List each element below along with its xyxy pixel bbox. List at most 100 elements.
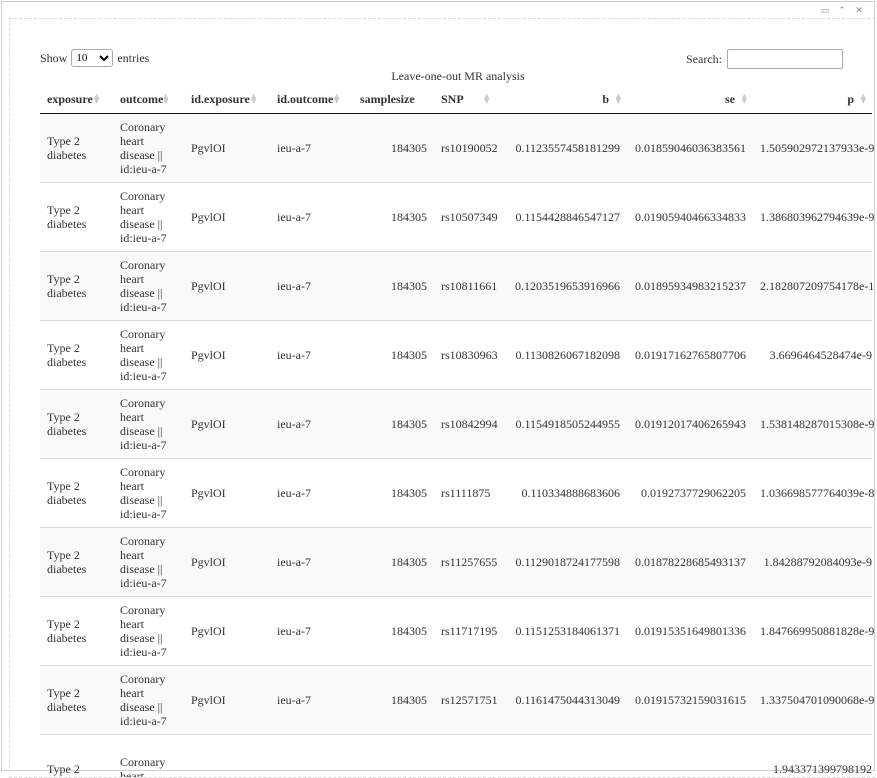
col-header-exposure[interactable]: exposure▲▼	[40, 85, 113, 114]
cell-snp: rs10190052	[434, 114, 507, 183]
cell-snp: rs11257655	[434, 528, 507, 597]
cell-p: 1.847669950881828e-9	[753, 597, 872, 666]
cell-id-outcome: ieu-a-7	[270, 666, 353, 735]
length-menu: Show 10 25 50 100 entries	[40, 49, 149, 67]
cell-samplesize: 184305	[353, 183, 434, 252]
cell-exposure: Type 2 diabetes	[40, 183, 113, 252]
cell-id-exposure: PgvlOI	[184, 597, 270, 666]
cell-b: 0.1203519653916966	[507, 252, 627, 321]
entries-select[interactable]: 10 25 50 100	[71, 49, 113, 67]
cell-outcome: Coronary heart disease || id:ieu-a-7	[113, 390, 184, 459]
cell-b: 0.1154428846547127	[507, 183, 627, 252]
table-row[interactable]: Type 2 diabetesCoronary heart disease ||…	[40, 183, 872, 252]
cell-b: 0.1129018724177598	[507, 528, 627, 597]
cell-se: 0.01915732159031615	[627, 666, 753, 735]
sort-icon: ▲▼	[334, 94, 342, 105]
col-header-id-outcome[interactable]: id.outcome▲▼	[270, 85, 353, 114]
sort-icon: ▲▼	[858, 94, 866, 105]
col-header-id-exposure[interactable]: id.exposure▲▼	[184, 85, 270, 114]
cell-id-exposure: PgvlOI	[184, 252, 270, 321]
cell-se: 0.01859046036383561	[627, 114, 753, 183]
cell-samplesize: 184305	[353, 114, 434, 183]
cell-id-outcome: ieu-a-7	[270, 597, 353, 666]
cell-exposure: Type 2 diabetes	[40, 666, 113, 735]
cell-b: 0.1151253184061371	[507, 597, 627, 666]
maximize-icon[interactable]: ⌃	[837, 6, 847, 16]
table-row[interactable]: Type 2 diabetesCoronary heart disease ||…	[40, 597, 872, 666]
col-header-p[interactable]: p ▲▼	[753, 85, 872, 114]
cell-snp: rs10507349	[434, 183, 507, 252]
table-row[interactable]: Type 2 diabetesCoronary heart disease ||…	[40, 321, 872, 390]
search-box: Search:	[686, 49, 843, 69]
cell-se: 0.01905940466334833	[627, 183, 753, 252]
col-header-label: se	[725, 92, 735, 106]
col-header-se[interactable]: se▲▼	[627, 85, 753, 114]
cell-p: 1.386803962794639e-9	[753, 183, 872, 252]
cell-id-outcome	[270, 735, 353, 778]
cell-outcome: Coronary heart disease || id:ieu-a-7	[113, 666, 184, 735]
col-header-samplesize[interactable]: samplesize	[353, 85, 434, 114]
sort-icon: ▲▼	[484, 94, 492, 105]
cell-id-outcome: ieu-a-7	[270, 528, 353, 597]
sort-icon: ▲▼	[163, 94, 171, 105]
col-header-outcome[interactable]: outcome▲▼	[113, 85, 184, 114]
cell-samplesize: 184305	[353, 252, 434, 321]
col-header-label: SNP	[441, 92, 464, 106]
table-row[interactable]: Type 2 diabetesCoronary heart disease ||…	[40, 114, 872, 183]
cell-snp: rs1111875	[434, 459, 507, 528]
cell-p: 1.505902972137933e-9	[753, 114, 872, 183]
cell-outcome: Coronary heart disease || id:ieu-a-7	[113, 528, 184, 597]
cell-se	[627, 735, 753, 778]
cell-snp: rs10811661	[434, 252, 507, 321]
cell-exposure: Type 2 diabetes	[40, 459, 113, 528]
cell-se: 0.01915351649801336	[627, 597, 753, 666]
cell-exposure: Type 2	[40, 735, 113, 778]
sort-icon: ▲▼	[94, 94, 102, 105]
table-row[interactable]: Type 2 diabetesCoronary heart disease ||…	[40, 252, 872, 321]
cell-b: 0.1161475044313049	[507, 666, 627, 735]
table-row[interactable]: Type 2 diabetesCoronary heart disease ||…	[40, 459, 872, 528]
cell-snp	[434, 735, 507, 778]
cell-p: 2.182807209754178e-10	[753, 252, 872, 321]
cell-se: 0.01912017406265943	[627, 390, 753, 459]
cell-exposure: Type 2 diabetes	[40, 528, 113, 597]
cell-exposure: Type 2 diabetes	[40, 114, 113, 183]
table-row[interactable]: Type 2Coronary heart1.943371399798192	[40, 735, 872, 778]
search-input[interactable]	[727, 49, 843, 69]
cell-exposure: Type 2 diabetes	[40, 597, 113, 666]
cell-id-exposure: PgvlOI	[184, 666, 270, 735]
minimize-icon[interactable]: ▭	[820, 6, 830, 16]
cell-id-exposure: PgvlOI	[184, 183, 270, 252]
cell-b: 0.1123557458181299	[507, 114, 627, 183]
col-header-snp[interactable]: SNP ▲▼	[434, 85, 507, 114]
cell-b: 0.1154918505244955	[507, 390, 627, 459]
cell-b	[507, 735, 627, 778]
col-header-b[interactable]: b▲▼	[507, 85, 627, 114]
header-row: exposure▲▼ outcome▲▼ id.exposure▲▼ id.ou…	[40, 85, 872, 114]
cell-snp: rs11717195	[434, 597, 507, 666]
cell-se: 0.01878228685493137	[627, 528, 753, 597]
table-row[interactable]: Type 2 diabetesCoronary heart disease ||…	[40, 528, 872, 597]
cell-b: 0.110334888683606	[507, 459, 627, 528]
cell-id-outcome: ieu-a-7	[270, 390, 353, 459]
cell-id-outcome: ieu-a-7	[270, 459, 353, 528]
table-row[interactable]: Type 2 diabetesCoronary heart disease ||…	[40, 390, 872, 459]
cell-p: 1.036698577764039e-8	[753, 459, 872, 528]
cell-samplesize	[353, 735, 434, 778]
col-header-label: outcome	[120, 92, 163, 106]
col-header-label: id.outcome	[277, 92, 333, 106]
cell-outcome: Coronary heart disease || id:ieu-a-7	[113, 459, 184, 528]
show-label: Show	[40, 51, 67, 66]
cell-id-outcome: ieu-a-7	[270, 114, 353, 183]
close-icon[interactable]: ✕	[854, 6, 864, 16]
results-table: exposure▲▼ outcome▲▼ id.exposure▲▼ id.ou…	[40, 85, 872, 778]
window-controls: ▭ ⌃ ✕	[820, 6, 864, 16]
table-row[interactable]: Type 2 diabetesCoronary heart disease ||…	[40, 666, 872, 735]
cell-se: 0.0192737729062205	[627, 459, 753, 528]
cell-snp: rs10830963	[434, 321, 507, 390]
col-header-label: p	[847, 92, 854, 106]
cell-se: 0.01917162765807706	[627, 321, 753, 390]
cell-samplesize: 184305	[353, 321, 434, 390]
cell-p: 1.337504701090068e-9	[753, 666, 872, 735]
entries-label: entries	[117, 51, 149, 66]
